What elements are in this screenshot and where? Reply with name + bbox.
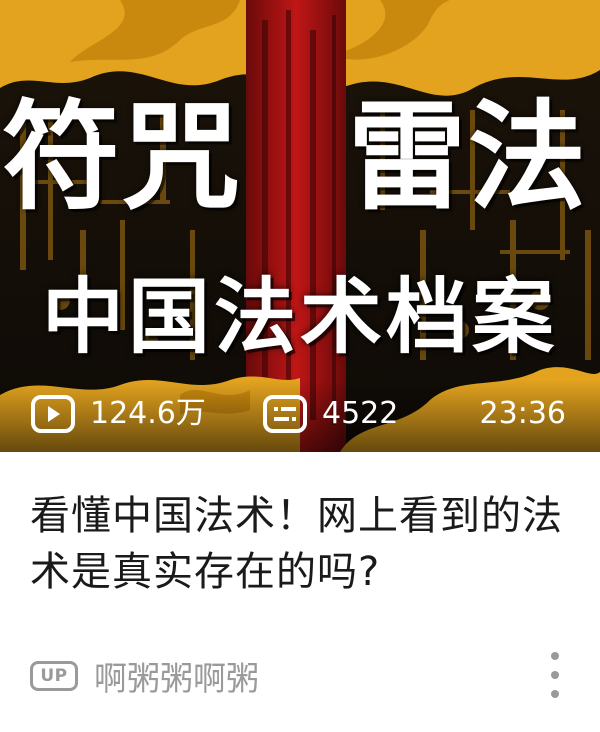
more-dot	[551, 690, 559, 698]
view-count: 124.6万	[30, 384, 206, 444]
more-dot	[551, 652, 559, 660]
more-vertical-icon[interactable]	[548, 652, 562, 698]
video-card[interactable]: 符咒 雷法 中国法术档案 124.6万 4522 23:36 看懂中国法术！网上…	[0, 0, 600, 732]
thumbnail-subheadline: 中国法术档案	[41, 270, 558, 365]
up-badge: UP	[30, 661, 78, 691]
danmaku-count-label: 4522	[322, 396, 399, 431]
danmaku-count: 4522	[262, 384, 398, 444]
video-duration: 23:36	[479, 396, 566, 431]
play-icon	[31, 395, 75, 433]
stats-bar: 124.6万 4522 23:36	[0, 380, 600, 452]
video-title[interactable]: 看懂中国法术！网上看到的法术是真实存在的吗?	[30, 488, 570, 600]
view-count-label: 124.6万	[90, 396, 206, 431]
danmaku-icon	[263, 395, 307, 433]
thumbnail-headline: 符咒 雷法	[0, 92, 600, 222]
video-thumbnail[interactable]: 符咒 雷法 中国法术档案 124.6万 4522 23:36	[0, 0, 600, 452]
more-dot	[551, 671, 559, 679]
headline-right: 雷法	[348, 87, 589, 226]
uploader-name[interactable]: 啊粥粥啊粥	[94, 652, 259, 700]
headline-left: 符咒	[2, 87, 243, 226]
uploader-row[interactable]: UP 啊粥粥啊粥	[30, 652, 570, 700]
